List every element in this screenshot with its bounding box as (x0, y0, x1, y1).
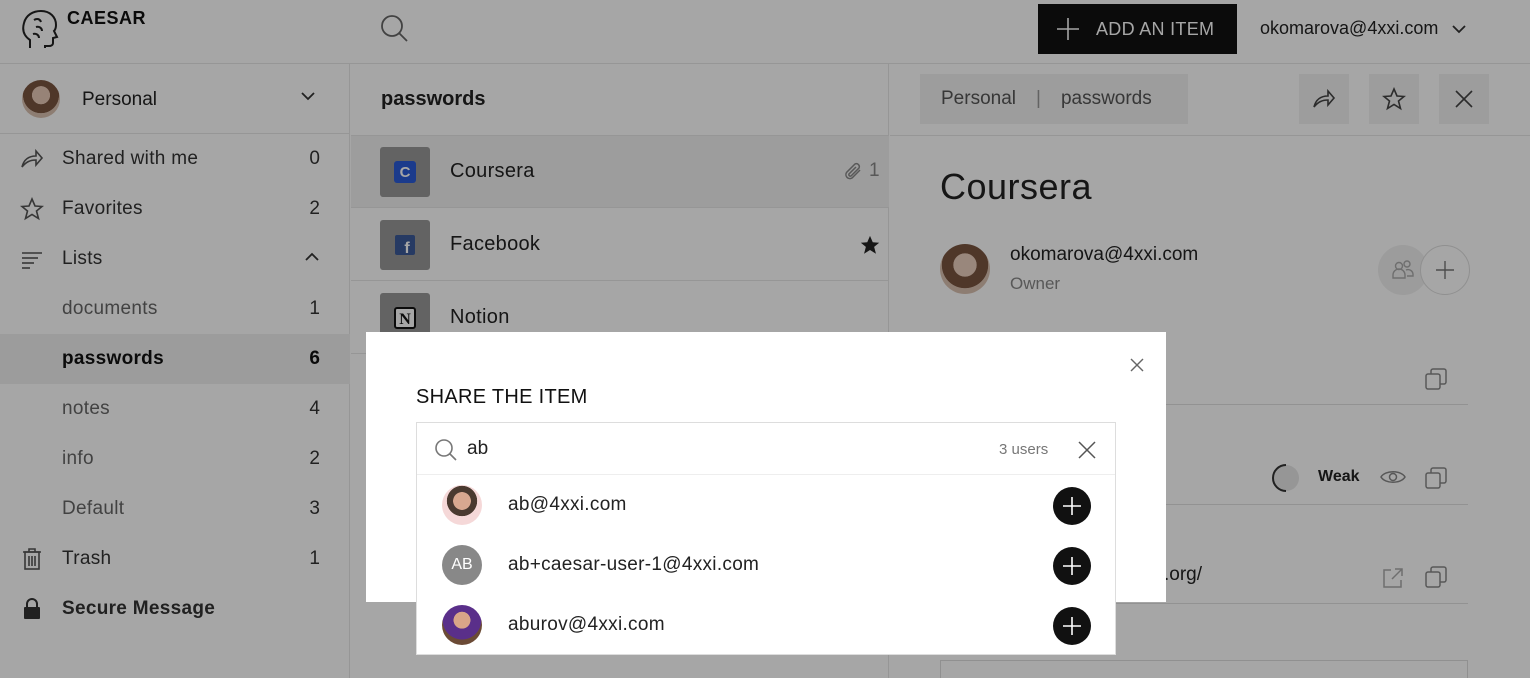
modal-title: SHARE THE ITEM (416, 386, 588, 408)
add-user-button[interactable] (1053, 607, 1091, 645)
search-icon (434, 438, 458, 462)
avatar (442, 485, 482, 525)
user-email: ab@4xxi.com (508, 494, 627, 515)
user-result-row[interactable]: AB ab+caesar-user-1@4xxi.com (417, 535, 1115, 595)
avatar (442, 605, 482, 645)
result-count: 3 users (999, 441, 1049, 458)
user-email: ab+caesar-user-1@4xxi.com (508, 554, 760, 575)
user-email: aburov@4xxi.com (508, 614, 665, 635)
add-user-button[interactable] (1053, 487, 1091, 525)
user-search-box: 3 users (417, 423, 1115, 475)
user-result-row[interactable]: aburov@4xxi.com (417, 595, 1115, 655)
close-icon[interactable] (1128, 356, 1146, 374)
user-search-panel: 3 users ab@4xxi.com AB ab+caesar-user-1@… (416, 422, 1116, 655)
add-user-button[interactable] (1053, 547, 1091, 585)
user-search-input[interactable] (467, 431, 967, 467)
avatar-initials: AB (442, 545, 482, 585)
user-result-row[interactable]: ab@4xxi.com (417, 475, 1115, 535)
clear-search-icon[interactable] (1077, 440, 1097, 460)
